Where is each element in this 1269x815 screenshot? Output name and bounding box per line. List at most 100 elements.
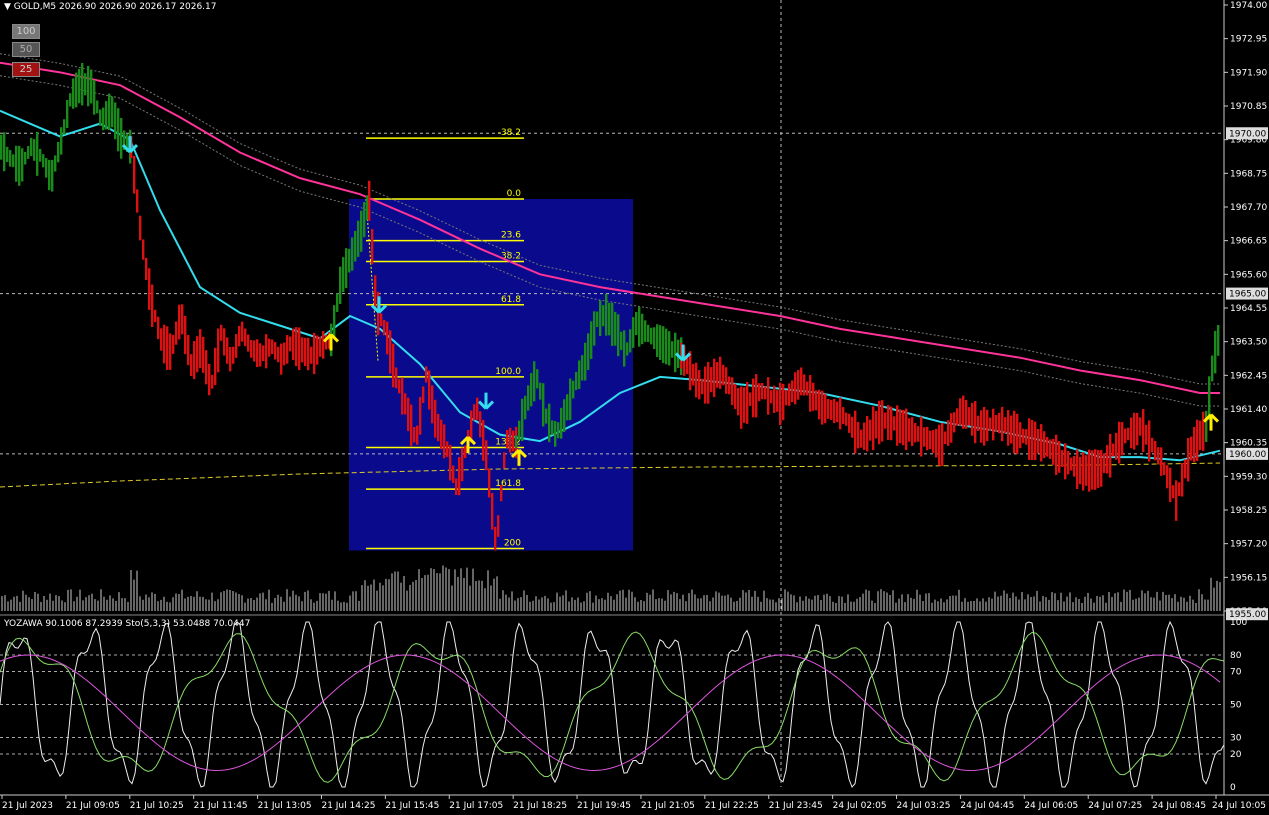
- price-highlight-label: 1960.00: [1229, 450, 1266, 460]
- ohlc-values: 2026.90 2026.90 2026.17 2026.17: [59, 2, 217, 12]
- bull-bar: [12, 154, 15, 168]
- trading-chart[interactable]: -38.20.023.638.261.8100.0138.2161.8200 1…: [0, 0, 1269, 815]
- bear-bar: [824, 393, 827, 424]
- bear-bar: [226, 337, 229, 364]
- bear-bar: [434, 399, 437, 438]
- bear-bar: [1088, 449, 1091, 492]
- fib-level-label: 61.8: [501, 295, 521, 305]
- bear-bar: [265, 334, 268, 369]
- bear-bar: [241, 321, 244, 342]
- bull-bar: [21, 148, 24, 182]
- bull-bar: [351, 237, 354, 271]
- fib-level-label: 0.0: [507, 189, 522, 199]
- bear-bar: [842, 407, 845, 424]
- zoom-button-100[interactable]: 100: [12, 24, 40, 39]
- bull-bar: [48, 159, 51, 191]
- time-tick-label: 24 Jul 10:05: [1212, 801, 1266, 811]
- bear-bar: [770, 390, 773, 404]
- bear-bar: [1172, 485, 1175, 499]
- bull-bar: [87, 65, 90, 107]
- bear-bar: [1097, 449, 1100, 488]
- bear-bar: [848, 413, 851, 433]
- bull-bar: [554, 421, 557, 447]
- bull-bar: [572, 380, 575, 399]
- bear-bar: [425, 366, 428, 383]
- bull-bar: [578, 360, 581, 389]
- bear-bar: [1139, 417, 1142, 436]
- bear-bar: [923, 427, 926, 447]
- time-tick-label: 24 Jul 02:05: [833, 801, 887, 811]
- bear-bar: [884, 412, 887, 429]
- bear-bar: [274, 342, 277, 360]
- bear-bar: [479, 411, 482, 438]
- bear-bar: [473, 404, 476, 421]
- bear-bar: [175, 321, 178, 345]
- bear-bar: [920, 416, 923, 457]
- bear-bar: [1001, 406, 1004, 442]
- price-tick-label: 1959.30: [1230, 472, 1267, 482]
- bear-bar: [893, 416, 896, 431]
- bear-bar: [491, 493, 494, 530]
- bear-bar: [860, 429, 863, 448]
- zoom-button-25[interactable]: 25: [12, 62, 40, 77]
- bear-bar: [268, 338, 271, 357]
- fib-level-label: -38.2: [498, 128, 521, 138]
- bear-bar: [389, 330, 392, 374]
- bear-bar: [253, 340, 256, 362]
- bear-bar: [836, 401, 839, 423]
- bear-bar: [1133, 412, 1136, 450]
- zoom-button-50[interactable]: 50: [12, 42, 40, 57]
- fib-level-label: 161.8: [495, 479, 521, 489]
- bear-bar: [151, 284, 154, 328]
- bear-bar: [319, 336, 322, 357]
- bear-bar: [1007, 410, 1010, 446]
- bear-bar: [779, 382, 782, 426]
- bull-bar: [653, 327, 656, 350]
- osc-level-label: 80: [1230, 651, 1242, 661]
- fib-level-label: 23.6: [501, 231, 521, 241]
- bear-bar: [211, 374, 214, 389]
- time-tick-label: 21 Jul 18:25: [513, 801, 567, 811]
- bear-bar: [440, 419, 443, 450]
- bull-bar: [590, 321, 593, 359]
- bear-bar: [704, 366, 707, 404]
- bear-bar: [482, 419, 485, 461]
- bear-bar: [761, 382, 764, 400]
- bull-bar: [638, 306, 641, 347]
- bull-bar: [36, 131, 39, 176]
- bear-bar: [896, 405, 899, 446]
- bear-bar: [1160, 447, 1163, 476]
- bear-bar: [289, 336, 292, 352]
- bull-bar: [84, 73, 87, 96]
- bear-bar: [743, 387, 746, 423]
- bear-bar: [692, 363, 695, 386]
- bear-bar: [295, 327, 298, 367]
- bear-bar: [452, 465, 455, 483]
- price-tick-label: 1957.20: [1230, 540, 1267, 550]
- bull-bar: [1214, 330, 1217, 374]
- bull-bar: [593, 311, 596, 346]
- bear-bar: [974, 401, 977, 444]
- bear-bar: [407, 397, 410, 432]
- bear-bar: [971, 402, 974, 436]
- time-tick-label: 21 Jul 23:45: [769, 801, 823, 811]
- bear-bar: [280, 343, 283, 375]
- bear-bar: [476, 397, 479, 420]
- time-tick-label: 24 Jul 07:25: [1088, 801, 1142, 811]
- bull-bar: [623, 330, 626, 367]
- bull-bar: [557, 422, 560, 439]
- bear-bar: [419, 396, 422, 435]
- bear-bar: [794, 372, 797, 405]
- dropdown-icon[interactable]: ▼: [4, 2, 11, 12]
- bear-bar: [833, 398, 836, 424]
- bear-bar: [458, 457, 461, 496]
- bull-bar: [102, 107, 105, 131]
- symbol-header: ▼ GOLD,M5 2026.90 2026.90 2026.17 2026.1…: [4, 2, 216, 12]
- bear-bar: [1130, 417, 1133, 449]
- time-tick-label: 21 Jul 13:05: [258, 801, 312, 811]
- osc-level-label: 20: [1230, 750, 1242, 760]
- bull-bar: [542, 383, 545, 427]
- bear-bar: [866, 416, 869, 452]
- bull-bar: [75, 72, 78, 108]
- bear-bar: [689, 351, 692, 391]
